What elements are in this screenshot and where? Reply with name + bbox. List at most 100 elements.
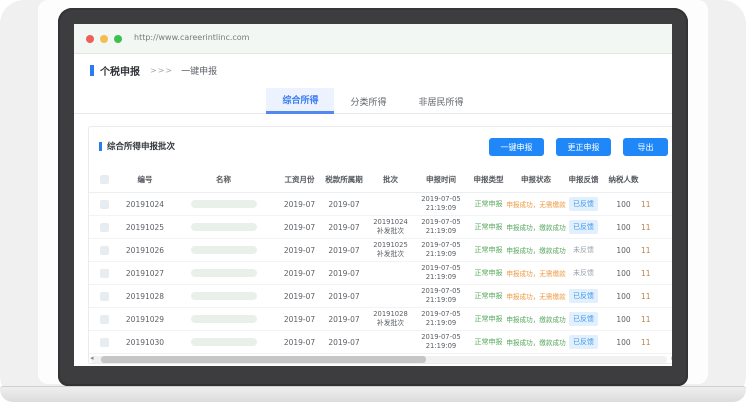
- breadcrumb-separator: >>>: [150, 66, 173, 75]
- cell-tax-period: 2019-07: [323, 292, 365, 301]
- table-header-row: 编号 名称 工资月份 税款所属期 批次 申报时间 申报类型 申报状态 申报反馈 …: [89, 167, 672, 193]
- cell-taxpayers: 100: [606, 223, 641, 232]
- scroll-right-icon[interactable]: ▸: [671, 354, 672, 362]
- cell-taxpayers: 100: [606, 292, 641, 301]
- cell-declare-time: 2019-07-0521:19:09: [416, 195, 466, 213]
- breadcrumb-current: 一键申报: [181, 64, 217, 77]
- col-header-declare-type: 申报类型: [466, 174, 511, 185]
- page-title: 个税申报: [100, 63, 140, 78]
- cell-id: 20191028: [119, 292, 171, 301]
- cell-salary-month: 2019-07: [276, 269, 323, 278]
- batch-table: 编号 名称 工资月份 税款所属期 批次 申报时间 申报类型 申报状态 申报反馈 …: [89, 167, 672, 354]
- name-placeholder: [191, 315, 257, 323]
- row-checkbox[interactable]: [100, 338, 109, 347]
- export-button[interactable]: 导出: [623, 138, 668, 156]
- row-checkbox[interactable]: [100, 246, 109, 255]
- cell-clipped: 11: [641, 200, 672, 209]
- page-header: 个税申报 >>> 一键申报: [90, 62, 217, 78]
- declare-type-label: 正常申报: [475, 222, 503, 232]
- name-placeholder: [191, 269, 257, 277]
- declare-status-label: 申报成功，无需缴款: [506, 199, 565, 209]
- select-all-checkbox[interactable]: [100, 175, 109, 184]
- cell-taxpayers: 100: [606, 246, 641, 255]
- row-checkbox[interactable]: [100, 315, 109, 324]
- panel-accent-bar: [99, 142, 102, 151]
- scrollbar-thumb[interactable]: [101, 356, 426, 363]
- declare-type-label: 正常申报: [475, 314, 503, 324]
- name-placeholder: [191, 223, 257, 231]
- browser-window: http://www.careerintlinc.com 个税申报 >>> 一键…: [74, 24, 672, 366]
- cell-id: 20191027: [119, 269, 171, 278]
- name-placeholder: [191, 338, 257, 346]
- declare-status-label: 申报成功，缴款成功: [506, 337, 565, 347]
- tab-comprehensive-income[interactable]: 综合所得: [266, 88, 334, 114]
- cell-declare-time: 2019-07-0521:19:09: [416, 218, 466, 236]
- col-header-salary-month: 工资月份: [276, 174, 323, 185]
- declare-type-label: 正常申报: [475, 337, 503, 347]
- panel-title-row: 综合所得申报批次: [99, 140, 175, 152]
- cell-declare-time: 2019-07-0521:19:09: [416, 287, 466, 305]
- cell-declare-time: 2019-07-0521:19:09: [416, 310, 466, 328]
- cell-taxpayers: 100: [606, 338, 641, 347]
- cell-id: 20191029: [119, 315, 171, 324]
- feedback-badge: 已反馈: [569, 335, 598, 349]
- table-row: 20191030 2019-07 2019-07 2019-07-0521:19…: [89, 331, 672, 354]
- cell-batch: 20191028补发批次: [365, 310, 416, 328]
- cell-clipped: 11: [641, 223, 672, 232]
- cell-salary-month: 2019-07: [276, 315, 323, 324]
- name-placeholder: [191, 292, 257, 300]
- cell-batch: 20191025补发批次: [365, 241, 416, 259]
- cell-declare-time: 2019-07-0521:19:09: [416, 333, 466, 351]
- col-header-id: 编号: [119, 174, 171, 185]
- col-header-name: 名称: [171, 174, 276, 185]
- traffic-light-green-icon: [114, 35, 122, 43]
- cell-salary-month: 2019-07: [276, 292, 323, 301]
- correct-declare-button[interactable]: 更正申报: [556, 138, 611, 156]
- cell-id: 20191030: [119, 338, 171, 347]
- cell-tax-period: 2019-07: [323, 223, 365, 232]
- cell-id: 20191026: [119, 246, 171, 255]
- col-header-batch: 批次: [365, 174, 416, 185]
- declare-type-label: 正常申报: [475, 199, 503, 209]
- feedback-badge: 未反馈: [569, 266, 598, 280]
- table-row: 20191028 2019-07 2019-07 2019-07-0521:19…: [89, 285, 672, 308]
- traffic-light-yellow-icon: [100, 35, 108, 43]
- cell-tax-period: 2019-07: [323, 269, 365, 278]
- table-row: 20191024 2019-07 2019-07 2019-07-0521:19…: [89, 193, 672, 216]
- row-checkbox[interactable]: [100, 269, 109, 278]
- col-header-declare-status: 申报状态: [511, 174, 561, 185]
- one-click-declare-button[interactable]: 一键申报: [489, 138, 544, 156]
- row-checkbox[interactable]: [100, 200, 109, 209]
- col-header-feedback: 申报反馈: [561, 174, 606, 185]
- cell-clipped: 11: [641, 292, 672, 301]
- feedback-badge: 已反馈: [569, 220, 598, 234]
- scroll-left-icon[interactable]: ◂: [90, 354, 94, 362]
- horizontal-scrollbar[interactable]: ◂ ▸: [91, 356, 667, 363]
- cell-id: 20191024: [119, 200, 171, 209]
- declare-status-label: 申报成功，缴款成功: [506, 222, 565, 232]
- table-row: 20191025 2019-07 2019-07 20191024补发批次 20…: [89, 216, 672, 239]
- cell-tax-period: 2019-07: [323, 315, 365, 324]
- name-placeholder: [191, 246, 257, 254]
- col-header-tax-period: 税款所属期: [323, 174, 365, 185]
- feedback-badge: 已反馈: [569, 312, 598, 326]
- cell-clipped: 11: [641, 246, 672, 255]
- declare-status-label: 申报成功，缴款成功: [506, 314, 565, 324]
- col-header-declare-time: 申报时间: [416, 174, 466, 185]
- declare-status-label: 申报成功，缴款成功: [506, 245, 565, 255]
- title-accent-bar: [90, 65, 94, 76]
- tab-nonresident-income[interactable]: 非居民所得: [403, 88, 480, 114]
- feedback-badge: 已反馈: [569, 197, 598, 211]
- name-placeholder: [191, 200, 257, 208]
- feedback-badge: 未反馈: [569, 243, 598, 257]
- row-checkbox[interactable]: [100, 292, 109, 301]
- cell-id: 20191025: [119, 223, 171, 232]
- cell-taxpayers: 100: [606, 200, 641, 209]
- cell-salary-month: 2019-07: [276, 223, 323, 232]
- cell-salary-month: 2019-07: [276, 338, 323, 347]
- row-checkbox[interactable]: [100, 223, 109, 232]
- cell-clipped: 11: [641, 338, 672, 347]
- col-header-taxpayers: 纳税人数: [606, 174, 641, 185]
- declare-status-label: 申报成功，无需缴款: [506, 268, 565, 278]
- tab-classified-income[interactable]: 分类所得: [334, 88, 402, 114]
